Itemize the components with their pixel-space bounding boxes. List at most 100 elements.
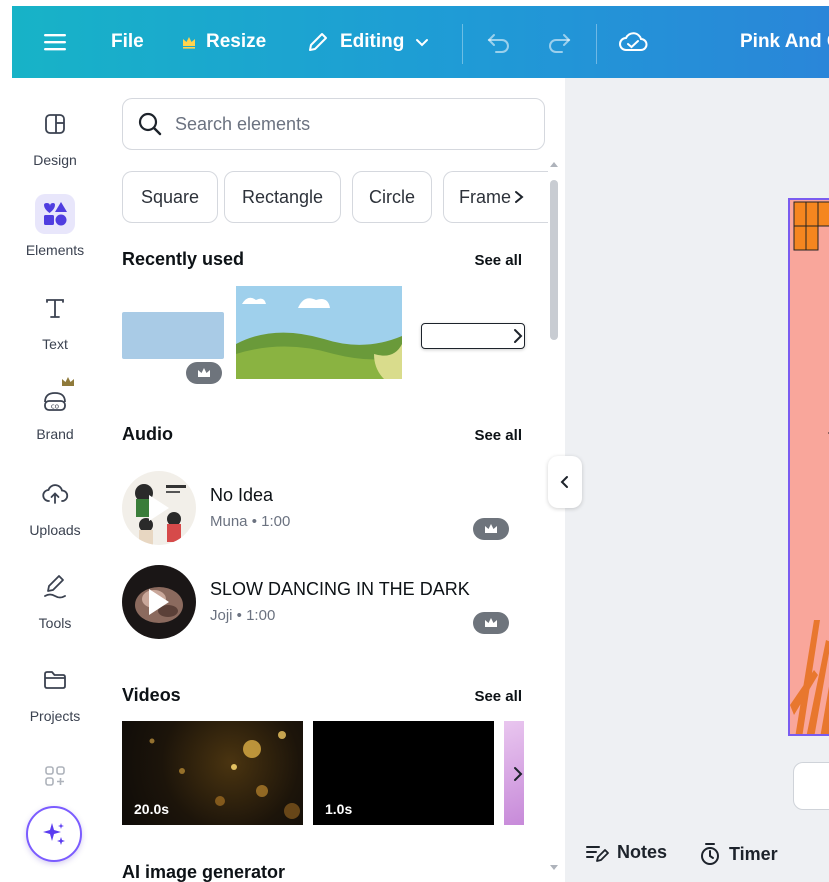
file-menu-label: File — [111, 31, 144, 52]
rail-item-projects[interactable]: Projects — [0, 660, 110, 724]
rail-label: Tools — [38, 615, 72, 631]
notes-button[interactable]: Notes — [585, 842, 667, 863]
cloud-upload-icon — [42, 484, 69, 504]
chip-square[interactable]: Square — [122, 171, 218, 223]
rail-icon-wrap — [35, 104, 75, 144]
scrollbar-thumb[interactable] — [550, 180, 558, 340]
premium-badge — [473, 518, 509, 540]
rail-item-design[interactable]: Design — [0, 104, 110, 168]
rail-item-apps[interactable] — [0, 756, 110, 796]
videos-see-all[interactable]: See all — [474, 688, 522, 705]
sparkle-icon — [43, 823, 65, 845]
apps-grid-icon — [45, 766, 65, 786]
crown-icon — [485, 618, 497, 627]
undo-button[interactable] — [486, 6, 512, 78]
rail-item-text[interactable]: Text — [0, 288, 110, 352]
video-duration: 1.0s — [325, 801, 353, 817]
rail-label: Brand — [36, 426, 74, 442]
resize-button[interactable]: Resize — [182, 6, 266, 78]
svg-text:co: co — [51, 403, 59, 411]
recently-used-title: Recently used — [122, 249, 245, 269]
chip-label: Frame — [459, 186, 512, 207]
videos-title: Videos — [122, 685, 181, 705]
scroll-up-icon[interactable] — [549, 160, 559, 168]
shapes-icon — [44, 202, 67, 226]
magic-assistant-button[interactable] — [26, 806, 82, 862]
audio-cover — [122, 565, 196, 639]
audio-see-all[interactable]: See all — [474, 427, 522, 444]
top-bar: File Resize Editing Pink And G — [12, 6, 829, 78]
design-page[interactable] — [788, 198, 829, 736]
save-status-button[interactable] — [618, 6, 648, 78]
notes-label: Notes — [617, 842, 668, 862]
undo-icon — [487, 34, 509, 53]
notes-icon — [586, 845, 609, 862]
rail-label: Uploads — [29, 522, 81, 538]
audio-track-meta: Joji • 1:00 — [210, 607, 276, 624]
collapse-panel-button[interactable] — [548, 456, 582, 508]
crown-icon — [485, 524, 497, 533]
chevron-right-icon[interactable] — [512, 766, 524, 782]
rail-icon-wrap: co — [35, 377, 75, 418]
chevron-left-icon — [560, 476, 568, 488]
design-title-label: Pink And G — [740, 31, 829, 52]
play-icon — [149, 589, 169, 615]
recent-line-element[interactable] — [421, 323, 525, 349]
chip-frame[interactable]: Frame — [443, 171, 548, 223]
search-box[interactable] — [122, 98, 545, 150]
elements-panel: Square Rectangle Circle Frame Recently u… — [110, 78, 565, 882]
rail-label: Design — [33, 152, 77, 168]
timer-icon — [701, 843, 719, 865]
premium-badge — [473, 612, 509, 634]
chip-circle[interactable]: Circle — [352, 171, 432, 223]
chevron-right-icon[interactable] — [512, 328, 524, 344]
chip-label: Circle — [368, 186, 415, 207]
main-menu-button[interactable] — [42, 6, 68, 78]
audio-track-title: No Idea — [210, 485, 274, 505]
timer-label: Timer — [729, 843, 778, 864]
rail-item-tools[interactable]: Tools — [0, 567, 110, 631]
left-rail: Design Elements Text co Brand Uploads To… — [0, 78, 110, 882]
redo-icon — [549, 34, 571, 53]
crown-icon — [183, 37, 195, 49]
rail-icon-wrap — [35, 474, 75, 514]
rail-item-uploads[interactable]: Uploads — [0, 474, 110, 538]
rail-item-brand[interactable]: co Brand — [0, 377, 110, 442]
rail-icon-wrap — [35, 567, 75, 607]
video-duration: 20.0s — [134, 801, 170, 817]
hamburger-icon — [44, 34, 66, 51]
rail-icon-wrap — [35, 756, 75, 796]
layout-icon — [45, 114, 65, 134]
video-thumbnail[interactable]: 1.0s — [313, 721, 494, 825]
scroll-down-icon[interactable] — [549, 864, 559, 872]
chevron-right-icon — [515, 191, 524, 203]
chip-label: Square — [140, 186, 200, 207]
crown-icon — [198, 368, 210, 377]
rail-item-elements[interactable]: Elements — [0, 194, 110, 258]
pen-tool-icon — [44, 575, 66, 599]
design-title[interactable]: Pink And G — [740, 6, 829, 78]
premium-badge — [186, 362, 222, 384]
editing-label: Editing — [340, 31, 405, 52]
rail-icon-wrap — [35, 660, 75, 700]
search-input[interactable] — [175, 113, 515, 135]
chip-rectangle[interactable]: Rectangle — [224, 171, 341, 223]
pencil-icon — [309, 33, 327, 51]
ai-generator-title: AI image generator — [122, 862, 286, 882]
crown-icon — [62, 377, 74, 386]
search-icon — [138, 112, 162, 136]
audio-title: Audio — [122, 424, 173, 444]
page-controls-button[interactable] — [793, 762, 829, 810]
play-icon — [149, 495, 169, 521]
recent-landscape-sticker[interactable] — [234, 284, 404, 384]
redo-button[interactable] — [546, 6, 572, 78]
recent-rectangle-element[interactable] — [122, 312, 224, 359]
chip-label: Rectangle — [241, 186, 324, 207]
video-thumbnail[interactable]: 20.0s — [122, 721, 303, 825]
editing-mode-button[interactable]: Editing — [306, 6, 430, 78]
rail-icon-wrap — [35, 288, 75, 328]
divider — [462, 24, 463, 64]
recently-used-see-all[interactable]: See all — [474, 252, 522, 269]
file-menu-button[interactable]: File — [111, 6, 144, 78]
timer-button[interactable]: Timer — [699, 842, 778, 866]
